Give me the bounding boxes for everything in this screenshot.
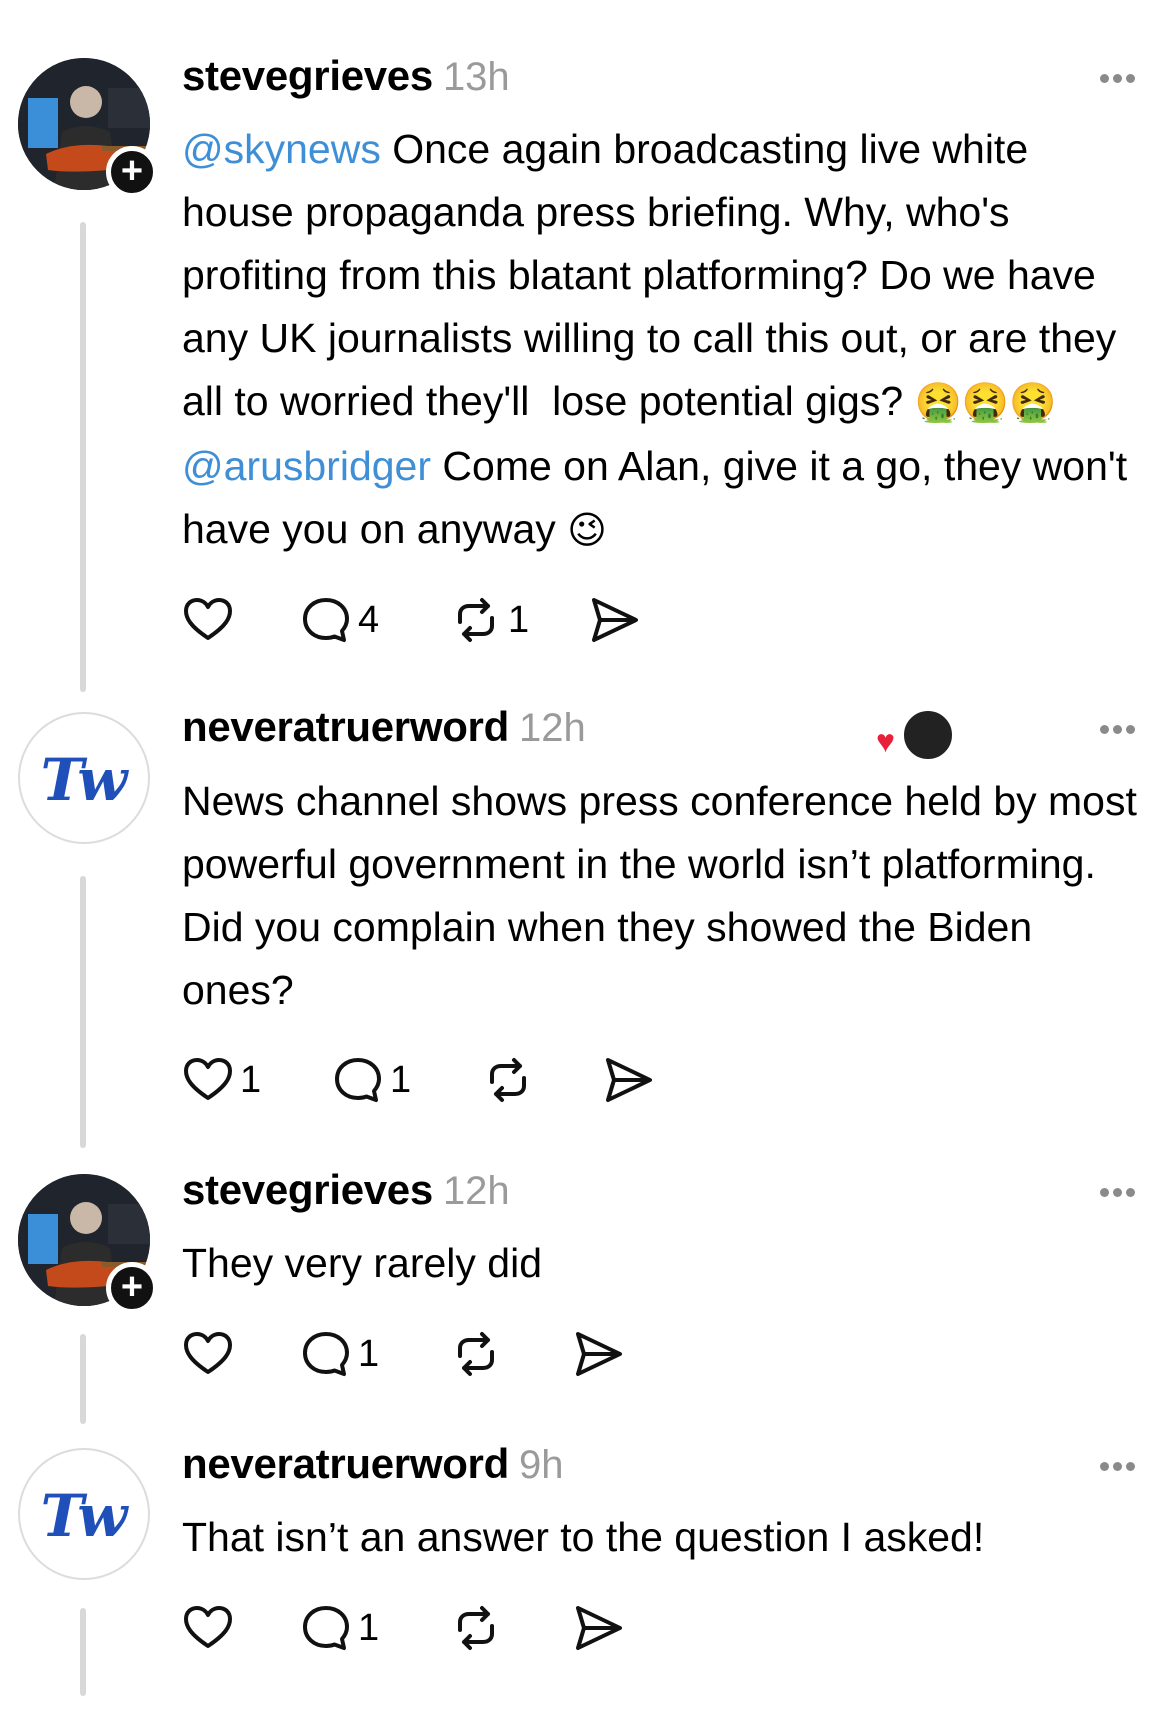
share-icon xyxy=(576,1332,622,1376)
nauseated-face-emoji: 🤮🤮🤮 xyxy=(914,382,1057,424)
thread-line xyxy=(80,222,86,692)
svg-text:Tw: Tw xyxy=(41,1482,130,1550)
post-text: That isn’t an answer to the question I a… xyxy=(182,1514,985,1560)
post-header: stevegrieves 13h xyxy=(182,52,1150,112)
comment-icon xyxy=(335,1058,381,1102)
more-icon[interactable] xyxy=(1100,1184,1144,1198)
share-icon xyxy=(592,598,638,642)
heart-icon xyxy=(184,1606,232,1648)
thread-line xyxy=(80,1608,86,1696)
comment-icon xyxy=(303,598,349,642)
repost-icon xyxy=(458,1332,494,1376)
reply-count: 1 xyxy=(390,1058,412,1101)
repost-button[interactable] xyxy=(448,1324,504,1384)
username[interactable]: stevegrieves xyxy=(182,1166,433,1213)
wink-emoji: 😉 xyxy=(567,510,607,552)
mention-skynews[interactable]: @skynews xyxy=(182,126,381,172)
like-count: 1 xyxy=(240,1058,262,1101)
heart-icon xyxy=(184,1332,232,1374)
share-icon xyxy=(606,1058,652,1102)
repost-icon xyxy=(490,1058,526,1102)
avatar-stevegrieves[interactable]: + xyxy=(18,58,158,198)
reply-button[interactable]: 4 xyxy=(298,590,379,650)
tw-logo-avatar: Tw xyxy=(18,712,150,844)
more-icon[interactable] xyxy=(1100,1458,1144,1472)
post-header: neveratruerword 12h ♥ xyxy=(182,703,1150,763)
timestamp: 12h xyxy=(442,1169,510,1213)
reply-count: 4 xyxy=(358,598,380,641)
avatar-neveratruerword[interactable]: Tw xyxy=(18,1448,150,1580)
liker-avatar xyxy=(902,709,954,761)
more-icon[interactable] xyxy=(1100,721,1144,735)
avatar-neveratruerword[interactable]: Tw xyxy=(18,712,150,844)
share-button[interactable] xyxy=(570,1598,626,1658)
timestamp: 13h xyxy=(442,55,510,99)
share-button[interactable] xyxy=(586,590,642,650)
post-header: stevegrieves 12h xyxy=(182,1166,1150,1226)
post-text: They very rarely did xyxy=(182,1240,543,1286)
username[interactable]: stevegrieves xyxy=(182,52,433,99)
repost-icon xyxy=(458,598,494,642)
reply-button[interactable]: 1 xyxy=(298,1324,379,1384)
repost-button[interactable]: 1 xyxy=(448,590,529,650)
username[interactable]: neveratruerword xyxy=(182,1440,509,1487)
like-button[interactable] xyxy=(180,1324,236,1384)
repost-button[interactable] xyxy=(448,1598,504,1658)
timestamp: 12h xyxy=(518,706,586,750)
thread-line xyxy=(80,1334,86,1424)
repost-icon xyxy=(458,1606,494,1650)
heart-filled-icon: ♥ xyxy=(876,723,895,759)
username[interactable]: neveratruerword xyxy=(182,703,509,750)
like-button[interactable] xyxy=(180,1598,236,1658)
like-button[interactable] xyxy=(180,590,236,650)
follow-plus-button[interactable]: + xyxy=(106,1262,158,1314)
thread-line xyxy=(80,876,86,1148)
share-icon xyxy=(576,1606,622,1650)
reply-button[interactable]: 1 xyxy=(298,1598,379,1658)
reply-count: 1 xyxy=(358,1332,380,1375)
more-icon[interactable] xyxy=(1100,70,1144,84)
post-text: News channel shows press conference held… xyxy=(182,778,1149,1013)
post-header: neveratruerword 9h xyxy=(182,1440,1150,1500)
follow-plus-button[interactable]: + xyxy=(106,146,158,198)
timestamp: 9h xyxy=(518,1443,564,1487)
liked-by-indicator[interactable]: ♥ xyxy=(876,709,954,761)
comment-icon xyxy=(303,1606,349,1650)
share-button[interactable] xyxy=(600,1050,656,1110)
avatar-stevegrieves[interactable]: + xyxy=(18,1174,158,1314)
comment-icon xyxy=(303,1332,349,1376)
tw-logo-avatar: Tw xyxy=(18,1448,150,1580)
svg-text:Tw: Tw xyxy=(41,746,130,814)
share-button[interactable] xyxy=(570,1324,626,1384)
repost-count: 1 xyxy=(508,598,530,641)
like-button[interactable]: 1 xyxy=(180,1050,261,1110)
heart-icon xyxy=(184,1058,232,1100)
reply-count: 1 xyxy=(358,1606,380,1649)
repost-button[interactable] xyxy=(480,1050,536,1110)
mention-arusbridger[interactable]: @arusbridger xyxy=(182,443,431,489)
heart-icon xyxy=(184,598,232,640)
post-text: @skynews Once again broadcasting live wh… xyxy=(182,118,1144,563)
reply-button[interactable]: 1 xyxy=(330,1050,411,1110)
